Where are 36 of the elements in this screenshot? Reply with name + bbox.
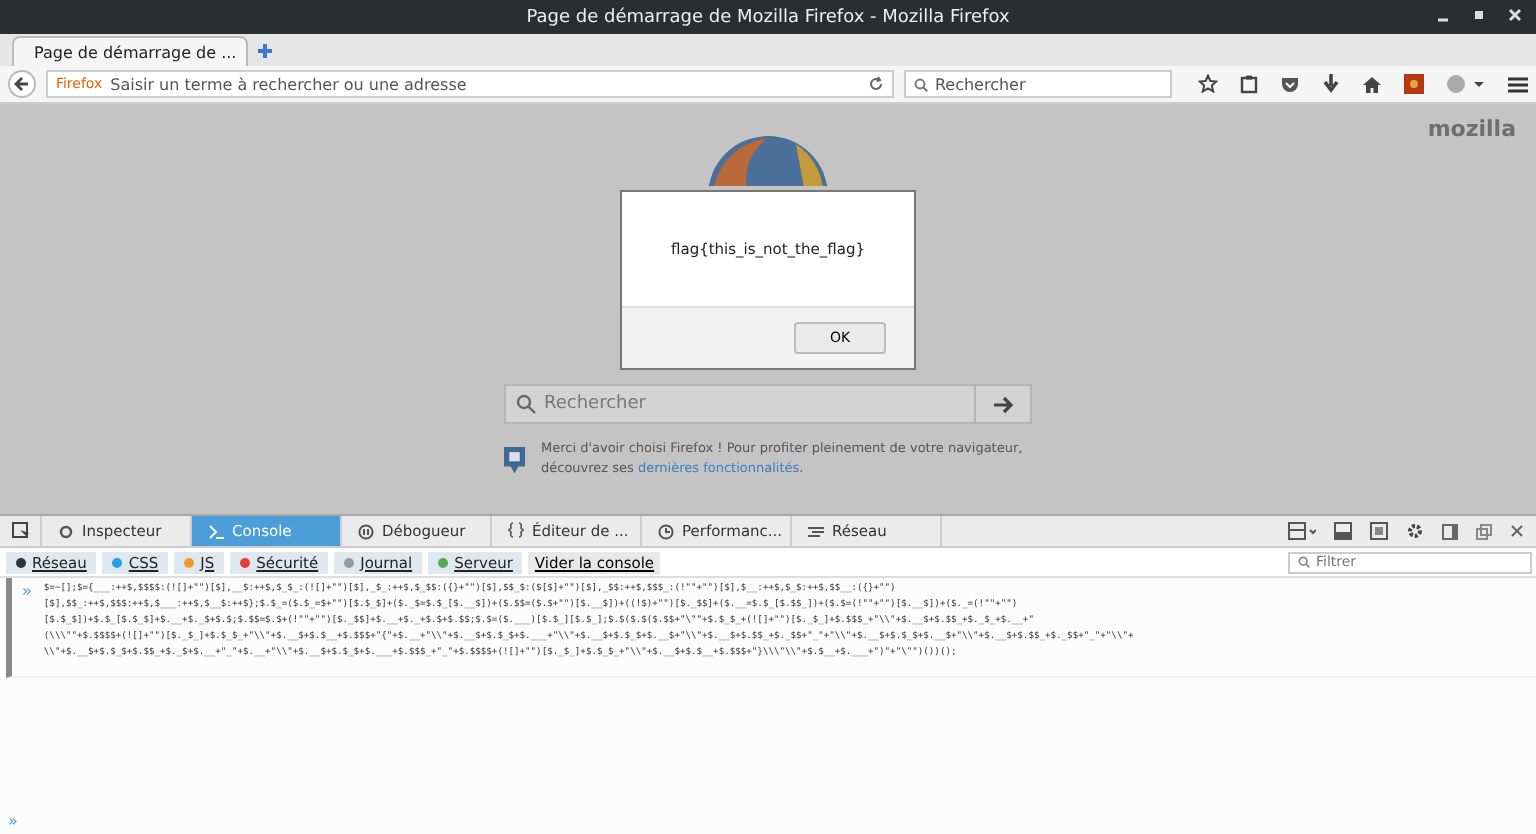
split-console-icon[interactable]: [1334, 522, 1352, 540]
reload-icon[interactable]: [868, 76, 885, 92]
pause-icon: [358, 523, 374, 539]
url-placeholder: Saisir un terme à rechercher ou une adresse: [110, 75, 469, 93]
avatar-dropdown-icon[interactable]: [1446, 74, 1486, 94]
clipboard-icon[interactable]: [1240, 74, 1258, 94]
download-icon[interactable]: [1322, 74, 1340, 94]
home-icon[interactable]: [1362, 75, 1382, 93]
prompt-icon: [208, 523, 224, 539]
pocket-icon[interactable]: [1280, 75, 1300, 93]
window-title: Page de démarrage de Mozilla Firefox - Mozilla Firefox: [526, 7, 1010, 27]
plus-icon[interactable]: [256, 42, 274, 60]
addon-icon[interactable]: [1404, 74, 1424, 94]
maximize-icon[interactable]: [1470, 6, 1488, 24]
responsive-icon[interactable]: [1370, 522, 1388, 540]
clock-icon: [658, 523, 674, 539]
back-button[interactable]: [8, 70, 36, 98]
layout-icon[interactable]: [1288, 522, 1316, 540]
undock-icon[interactable]: [1476, 523, 1492, 539]
search-field[interactable]: Rechercher: [904, 70, 1172, 98]
star-icon[interactable]: [1198, 74, 1218, 94]
search-icon: [1298, 556, 1310, 568]
back-arrow-icon: [13, 76, 30, 92]
braces-icon: [508, 521, 524, 541]
arrow-right-icon: [993, 395, 1013, 413]
search-icon: [516, 394, 536, 414]
console-prompt: »: [22, 582, 32, 604]
menu-icon[interactable]: [1508, 75, 1528, 93]
picker-icon: [11, 522, 29, 540]
settings-icon[interactable]: [1406, 522, 1424, 540]
close-icon[interactable]: [1510, 524, 1524, 538]
brand-logo: mozilla: [1427, 116, 1516, 142]
browser-tab[interactable]: Page de démarrage de ...: [12, 36, 248, 66]
lines-icon: [808, 523, 824, 539]
search-icon: [914, 77, 929, 91]
dock-side-icon[interactable]: [1442, 523, 1458, 539]
